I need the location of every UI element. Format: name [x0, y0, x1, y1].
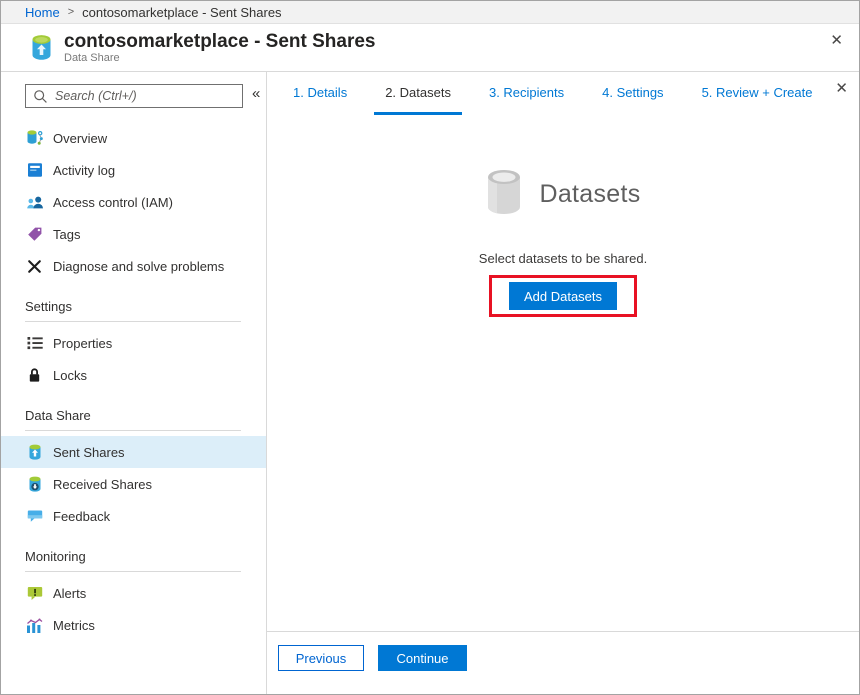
locks-icon	[25, 366, 44, 385]
tab-details[interactable]: 1. Details	[282, 72, 358, 115]
data-share-sent-icon	[29, 34, 54, 61]
sidebar-item-label: Access control (IAM)	[53, 195, 173, 210]
breadcrumb-home-link[interactable]: Home	[25, 5, 60, 20]
azure-portal-blade: Home > contosomarketplace - Sent Shares …	[0, 0, 860, 695]
wizard-tabs: 1. Details 2. Datasets 3. Recipients 4. …	[267, 72, 859, 115]
datasets-hero: Datasets	[485, 169, 640, 220]
received-shares-icon	[25, 475, 44, 494]
feedback-icon	[25, 507, 44, 526]
blade-body: « Overview	[1, 72, 859, 694]
blade-header: contosomarketplace - Sent Shares Data Sh…	[1, 24, 859, 72]
wizard-panel: 1. Details 2. Datasets 3. Recipients 4. …	[267, 72, 859, 694]
sidebar-item-diagnose[interactable]: Diagnose and solve problems	[1, 250, 266, 282]
tags-icon	[25, 225, 44, 244]
search-icon	[33, 89, 48, 104]
breadcrumb-current: contosomarketplace - Sent Shares	[82, 5, 281, 20]
sidebar-item-feedback[interactable]: Feedback	[1, 500, 266, 532]
resource-menu-sidebar: « Overview	[1, 72, 267, 694]
sidebar-item-label: Metrics	[53, 618, 95, 633]
overview-icon	[25, 129, 44, 148]
sidebar-section-settings: Settings	[1, 299, 266, 314]
sidebar-item-sent-shares[interactable]: Sent Shares	[1, 436, 266, 468]
add-datasets-button[interactable]: Add Datasets	[509, 282, 617, 310]
tab-review-create[interactable]: 5. Review + Create	[691, 72, 824, 115]
sidebar-item-overview[interactable]: Overview	[1, 122, 266, 154]
metrics-icon	[25, 616, 44, 635]
breadcrumb: Home > contosomarketplace - Sent Shares	[1, 1, 859, 24]
previous-button[interactable]: Previous	[278, 645, 364, 671]
sidebar-item-alerts[interactable]: Alerts	[1, 577, 266, 609]
sidebar-item-label: Sent Shares	[53, 445, 125, 460]
wizard-close-icon[interactable]: ✕	[835, 81, 848, 96]
sidebar-search-row: «	[1, 84, 266, 108]
diagnose-icon	[25, 257, 44, 276]
sidebar-collapse-icon[interactable]: «	[252, 85, 260, 102]
page-title: contosomarketplace - Sent Shares	[64, 31, 376, 52]
datasets-instruction: Select datasets to be shared.	[479, 251, 647, 266]
sent-shares-icon	[25, 443, 44, 462]
sidebar-item-received-shares[interactable]: Received Shares	[1, 468, 266, 500]
sidebar-item-access-control[interactable]: Access control (IAM)	[1, 186, 266, 218]
highlight-box: Add Datasets	[489, 275, 637, 317]
sidebar-section-monitoring: Monitoring	[1, 549, 266, 564]
datasets-heading: Datasets	[539, 180, 640, 209]
properties-icon	[25, 334, 44, 353]
divider	[25, 571, 241, 572]
activity-log-icon	[25, 161, 44, 180]
access-control-icon	[25, 193, 44, 212]
sidebar-item-label: Feedback	[53, 509, 110, 524]
dataset-cylinder-icon	[485, 169, 523, 220]
sidebar-searchbox	[25, 84, 243, 108]
sidebar-item-locks[interactable]: Locks	[1, 359, 266, 391]
sidebar-item-label: Overview	[53, 131, 107, 146]
blade-close-icon[interactable]: ✕	[830, 33, 843, 48]
sidebar-item-label: Tags	[53, 227, 80, 242]
sidebar-nav: Overview Activity log	[1, 122, 266, 641]
alerts-icon	[25, 584, 44, 603]
tab-recipients[interactable]: 3. Recipients	[478, 72, 575, 115]
sidebar-item-label: Diagnose and solve problems	[53, 259, 224, 274]
sidebar-item-metrics[interactable]: Metrics	[1, 609, 266, 641]
sidebar-item-tags[interactable]: Tags	[1, 218, 266, 250]
breadcrumb-chevron-icon: >	[68, 6, 74, 18]
sidebar-item-activity-log[interactable]: Activity log	[1, 154, 266, 186]
tab-settings[interactable]: 4. Settings	[591, 72, 674, 115]
sidebar-section-data-share: Data Share	[1, 408, 266, 423]
divider	[25, 321, 241, 322]
sidebar-item-label: Locks	[53, 368, 87, 383]
divider	[25, 430, 241, 431]
wizard-footer: Previous Continue	[267, 631, 859, 694]
search-input[interactable]	[55, 89, 235, 103]
tab-datasets[interactable]: 2. Datasets	[374, 72, 462, 115]
datasets-step-content: Datasets Select datasets to be shared. A…	[267, 115, 859, 631]
sidebar-item-label: Activity log	[53, 163, 115, 178]
sidebar-item-label: Properties	[53, 336, 112, 351]
sidebar-item-label: Received Shares	[53, 477, 152, 492]
header-titles: contosomarketplace - Sent Shares Data Sh…	[64, 31, 376, 64]
sidebar-item-properties[interactable]: Properties	[1, 327, 266, 359]
page-subtitle: Data Share	[64, 52, 376, 64]
continue-button[interactable]: Continue	[378, 645, 467, 671]
sidebar-item-label: Alerts	[53, 586, 86, 601]
